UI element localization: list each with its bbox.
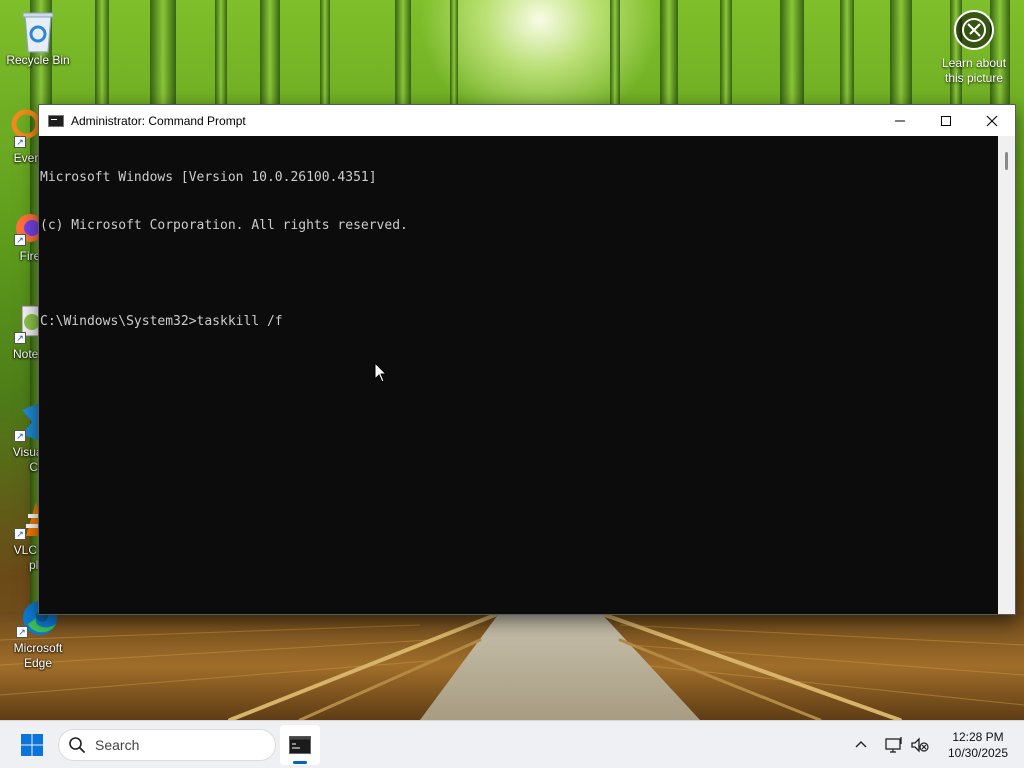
recycle-bin-icon [18,10,58,53]
vlc-cone-icon: ↗ [2,500,46,540]
learn-label-line1: Learn about [941,56,1007,70]
learn-about-this-picture[interactable]: Learn about this picture [924,10,1024,86]
maximize-button[interactable] [923,105,969,136]
network-icon[interactable] [884,735,904,755]
window-title: Administrator: Command Prompt [71,113,246,128]
desktop-icon-recycle-bin[interactable]: Recycle Bin [0,10,76,68]
command-prompt-window[interactable]: Administrator: Command Prompt Microsoft … [38,104,1016,615]
clock-time: 12:28 PM [952,730,1004,744]
command-prompt-icon [289,736,311,754]
active-app-indicator [293,761,307,764]
desktop-icon-label: Fire [19,249,41,263]
shortcut-arrow-icon: ↗ [14,528,26,540]
window-controls [877,105,1015,136]
start-button[interactable] [12,729,52,761]
minimize-icon [895,120,905,121]
shortcut-arrow-icon: ↗ [14,430,26,442]
minimize-button[interactable] [877,105,923,136]
shortcut-arrow-icon: ↗ [14,136,26,148]
camera-icon [954,10,994,50]
notepad-plus-plus-icon: ↗ [2,304,45,344]
search-input[interactable] [95,737,265,753]
console-command-line[interactable]: C:\Windows\System32>taskkill /f [40,314,999,330]
maximize-icon [941,115,951,126]
console-line: Microsoft Windows [Version 10.0.26100.43… [40,170,377,185]
shortcut-arrow-icon: ↗ [14,332,26,344]
shortcut-arrow-icon: ↗ [16,626,28,638]
taskbar-search-box[interactable] [58,729,276,761]
search-icon [69,737,85,753]
desktop-icon-label-line1: Microsoft [13,641,63,655]
firefox-icon: ↗ [2,206,44,246]
desktop-icon-label-line2: Edge [23,656,53,670]
vertical-scrollbar[interactable] [998,136,1015,614]
clock-date: 10/30/2025 [947,746,1009,760]
taskbar: 12:28 PM 10/30/2025 [0,720,1024,768]
taskbar-command-prompt-button[interactable] [280,725,320,765]
shortcut-arrow-icon: ↗ [14,234,26,246]
learn-label-line2: this picture [944,71,1004,85]
everything-app-icon: ↗ [0,108,41,148]
close-icon [986,115,998,126]
console-line: (c) Microsoft Corporation. All rights re… [40,218,408,233]
desktop-icon-label: Recycle Bin [6,53,70,67]
mouse-pointer-icon [374,362,388,383]
vscode-icon: ↗ [2,402,42,442]
show-hidden-icons-chevron-icon[interactable] [852,736,870,754]
scrollbar-thumb[interactable] [1005,152,1008,170]
taskbar-clock[interactable]: 12:28 PM 10/30/2025 [936,729,1020,761]
console-output[interactable]: Microsoft Windows [Version 10.0.26100.43… [39,136,999,614]
window-titlebar[interactable]: Administrator: Command Prompt [39,105,1015,136]
close-button[interactable] [969,105,1015,136]
cmd-app-icon [48,114,64,127]
windows-logo-icon [21,734,43,756]
volume-muted-icon[interactable] [910,735,930,755]
